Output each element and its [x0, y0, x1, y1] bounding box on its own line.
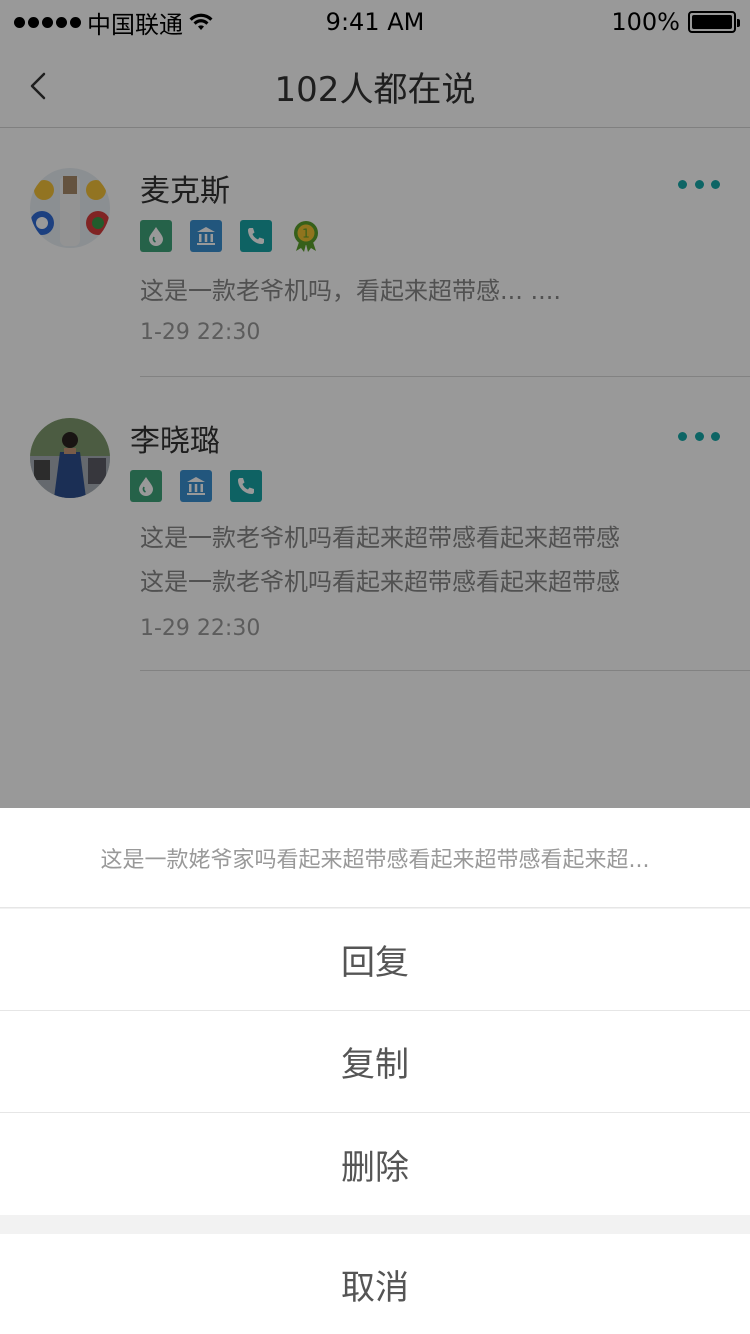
- action-sheet: 这是一款姥爷家吗看起来超带感看起来超带感看起来超... 回复 复制 删除 取消: [0, 808, 750, 1334]
- cancel-button[interactable]: 取消: [0, 1234, 750, 1334]
- delete-button[interactable]: 删除: [0, 1113, 750, 1215]
- sheet-preview-text: 这是一款姥爷家吗看起来超带感看起来超带感看起来超...: [0, 808, 750, 908]
- copy-button[interactable]: 复制: [0, 1011, 750, 1113]
- reply-button[interactable]: 回复: [0, 909, 750, 1011]
